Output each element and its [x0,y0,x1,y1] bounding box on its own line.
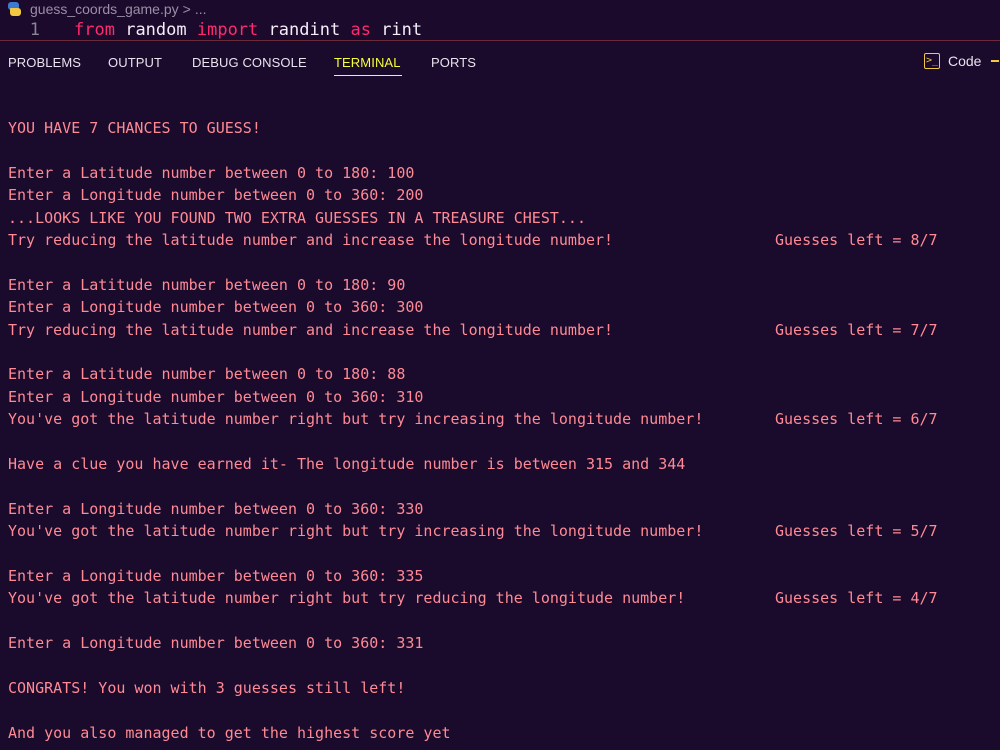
tab-debug-console[interactable]: DEBUG CONSOLE [192,55,307,70]
terminal-line-text: Enter a Longitude number between 0 to 36… [8,499,424,518]
dash-icon [991,60,1000,62]
terminal-line: Enter a Longitude number between 0 to 36… [8,184,998,206]
terminal-line: Have a clue you have earned it- The long… [8,453,998,475]
terminal-line-text: You've got the latitude number right but… [8,589,686,608]
terminal-line: Try reducing the latitude number and inc… [8,319,998,341]
code-button-label: Code [948,53,982,69]
breadcrumb[interactable]: guess_coords_game.py > ... [6,0,207,18]
breadcrumb-more[interactable]: ... [195,1,207,17]
keyword-from: from [74,20,115,40]
function-name: randint [268,20,341,40]
tab-terminal[interactable]: TERMINAL [334,55,401,70]
tab-ports[interactable]: PORTS [431,55,476,70]
editor-area: guess_coords_game.py > ... 1 from random… [0,0,1000,41]
terminal-line-text: Try reducing the latitude number and inc… [8,230,614,249]
terminal-line-text: Enter a Longitude number between 0 to 36… [8,633,424,652]
breadcrumb-filename[interactable]: guess_coords_game.py [30,1,179,17]
terminal-line-text: ...LOOKS LIKE YOU FOUND TWO EXTRA GUESSE… [8,208,586,227]
terminal-line: Enter a Longitude number between 0 to 36… [8,498,998,520]
alias-name: rint [381,20,423,40]
terminal-icon: >_ [924,53,940,69]
code-line-1[interactable]: 1 from random import randint as rint [0,19,423,40]
terminal-profile-button[interactable]: >_ Code [924,53,1000,69]
guesses-left-text: Guesses left = 6/7 [775,410,938,429]
terminal-line: You've got the latitude number right but… [8,408,998,430]
terminal-line-text: And you also managed to get the highest … [8,723,451,742]
line-number: 1 [29,20,40,40]
terminal-line: Enter a Longitude number between 0 to 36… [8,565,998,587]
python-file-icon [6,1,22,17]
terminal-line: Enter a Longitude number between 0 to 36… [8,386,998,408]
tab-problems[interactable]: PROBLEMS [8,55,81,70]
terminal-line-text: Enter a Longitude number between 0 to 36… [8,566,424,585]
terminal-line: Enter a Longitude number between 0 to 36… [8,296,998,318]
terminal-line-text: You've got the latitude number right but… [8,410,704,429]
guesses-left-text: Guesses left = 7/7 [775,320,938,339]
terminal-line: You've got the latitude number right but… [8,587,998,609]
guesses-left-text: Guesses left = 4/7 [775,589,938,608]
module-name: random [125,20,187,40]
terminal-line: Try reducing the latitude number and inc… [8,229,998,251]
guesses-left-text: Guesses left = 8/7 [775,230,938,249]
panel-tab-bar: PROBLEMS OUTPUT DEBUG CONSOLE TERMINAL P… [0,41,1000,85]
terminal-line: ...LOOKS LIKE YOU FOUND TWO EXTRA GUESSE… [8,207,998,229]
guesses-left-text: Guesses left = 5/7 [775,522,938,541]
terminal-line: You've got the latitude number right but… [8,520,998,542]
terminal-line-text: Enter a Latitude number between 0 to 180… [8,163,415,182]
terminal-line-text: Enter a Longitude number between 0 to 36… [8,298,424,317]
tab-output[interactable]: OUTPUT [108,55,162,70]
terminal-line-text: Enter a Latitude number between 0 to 180… [8,275,406,294]
terminal-output[interactable]: YOU HAVE 7 CHANCES TO GUESS! Enter a Lati… [8,117,998,744]
terminal-line-text: YOU HAVE 7 CHANCES TO GUESS! [8,119,261,137]
terminal-line: Enter a Latitude number between 0 to 180… [8,363,998,385]
active-tab-indicator [334,75,402,76]
terminal-line: Enter a Longitude number between 0 to 36… [8,632,998,654]
terminal-line: YOU HAVE 7 CHANCES TO GUESS! [8,117,998,139]
chevron-right-icon: > [182,1,191,17]
terminal-line-text: Enter a Longitude number between 0 to 36… [8,387,424,406]
terminal-line-text: Have a clue you have earned it- The long… [8,454,686,473]
terminal-line-text: You've got the latitude number right but… [8,522,704,541]
terminal-line-text: Enter a Longitude number between 0 to 36… [8,186,424,205]
terminal-line-text: Try reducing the latitude number and inc… [8,320,614,339]
terminal-line: And you also managed to get the highest … [8,722,998,744]
keyword-as: as [350,20,371,40]
terminal-line-text: Enter a Latitude number between 0 to 180… [8,365,406,384]
keyword-import: import [196,20,259,40]
terminal-line: CONGRATS! You won with 3 guesses still l… [8,677,998,699]
terminal-line-text: CONGRATS! You won with 3 guesses still l… [8,678,406,697]
terminal-line: Enter a Latitude number between 0 to 180… [8,274,998,296]
terminal-line: Enter a Latitude number between 0 to 180… [8,162,998,184]
